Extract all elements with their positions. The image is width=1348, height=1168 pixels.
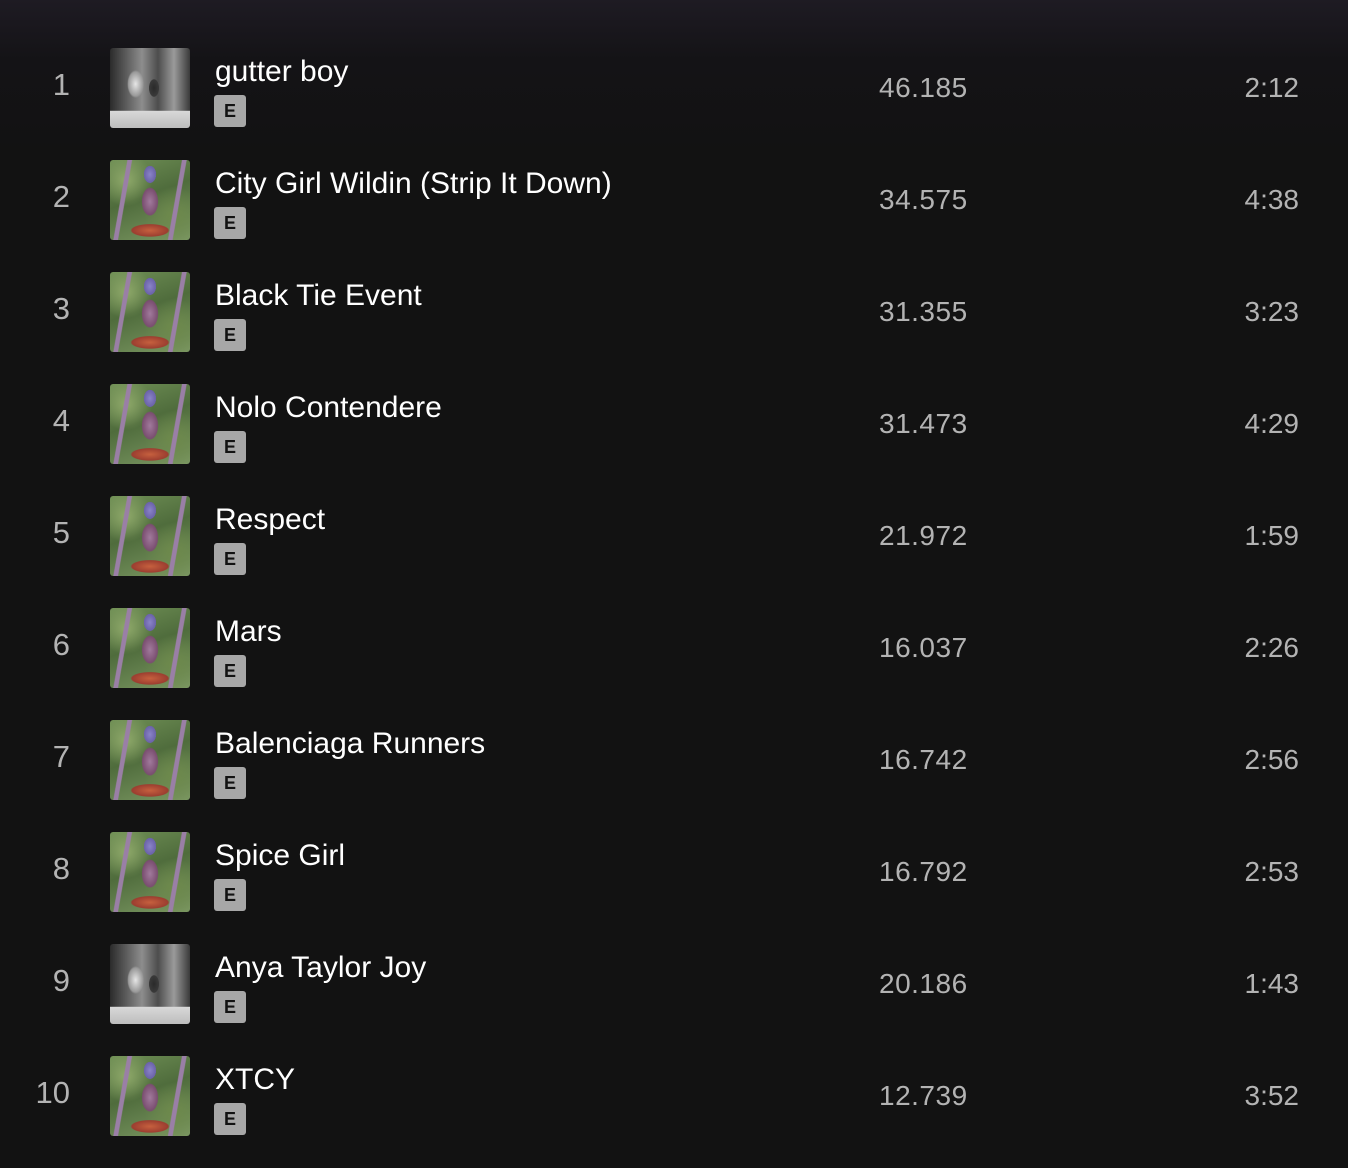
track-row[interactable]: 3 Black Tie Event E 31.355 3:23 xyxy=(0,256,1348,368)
explicit-badge: E xyxy=(214,319,246,351)
track-number: 3 xyxy=(52,291,70,326)
track-number: 8 xyxy=(52,851,70,886)
explicit-badge: E xyxy=(214,655,246,687)
explicit-badge: E xyxy=(214,991,246,1023)
album-cover xyxy=(110,1056,190,1136)
track-title[interactable]: Respect xyxy=(215,502,325,538)
track-row[interactable]: 4 Nolo Contendere E 31.473 4:29 xyxy=(0,368,1348,480)
explicit-badge: E xyxy=(214,1103,246,1135)
album-cover xyxy=(110,384,190,464)
play-count: 46.185 xyxy=(879,72,968,103)
track-number: 4 xyxy=(52,403,70,438)
album-cover xyxy=(110,944,190,1024)
play-count: 31.473 xyxy=(879,408,968,439)
track-duration: 4:29 xyxy=(1244,408,1300,439)
album-cover xyxy=(110,160,190,240)
track-row[interactable]: 5 Respect E 21.972 1:59 xyxy=(0,480,1348,592)
track-title[interactable]: gutter boy xyxy=(215,54,348,90)
explicit-badge: E xyxy=(214,543,246,575)
popular-tracks-list: 1 gutter boy E 46.185 2:12 2 City Girl W… xyxy=(0,32,1348,1152)
track-row[interactable]: 9 Anya Taylor Joy E 20.186 1:43 xyxy=(0,928,1348,1040)
play-count: 16.792 xyxy=(879,856,968,887)
track-row[interactable]: 6 Mars E 16.037 2:26 xyxy=(0,592,1348,704)
track-title[interactable]: Mars xyxy=(215,614,282,650)
explicit-badge: E xyxy=(214,207,246,239)
explicit-badge: E xyxy=(214,95,246,127)
track-duration: 2:56 xyxy=(1244,744,1300,775)
play-count: 21.972 xyxy=(879,520,968,551)
track-row[interactable]: 8 Spice Girl E 16.792 2:53 xyxy=(0,816,1348,928)
track-number: 6 xyxy=(52,627,70,662)
track-row[interactable]: 10 XTCY E 12.739 3:52 xyxy=(0,1040,1348,1152)
album-cover xyxy=(110,720,190,800)
track-number: 7 xyxy=(52,739,70,774)
album-cover xyxy=(110,48,190,128)
explicit-badge: E xyxy=(214,431,246,463)
track-number: 2 xyxy=(52,179,70,214)
play-count: 20.186 xyxy=(879,968,968,999)
track-row[interactable]: 7 Balenciaga Runners E 16.742 2:56 xyxy=(0,704,1348,816)
track-title[interactable]: Nolo Contendere xyxy=(215,390,442,426)
explicit-badge: E xyxy=(214,767,246,799)
track-title[interactable]: Anya Taylor Joy xyxy=(215,950,426,986)
play-count: 34.575 xyxy=(879,184,968,215)
track-title[interactable]: City Girl Wildin (Strip It Down) xyxy=(215,166,612,202)
play-count: 12.739 xyxy=(879,1080,968,1111)
track-title[interactable]: Spice Girl xyxy=(215,838,345,874)
play-count: 16.037 xyxy=(879,632,968,663)
track-duration: 2:53 xyxy=(1244,856,1300,887)
album-cover xyxy=(110,832,190,912)
track-duration: 1:43 xyxy=(1244,968,1300,999)
track-number: 1 xyxy=(52,67,70,102)
track-duration: 1:59 xyxy=(1244,520,1300,551)
track-number: 9 xyxy=(52,963,70,998)
track-title[interactable]: Black Tie Event xyxy=(215,278,422,314)
play-count: 16.742 xyxy=(879,744,968,775)
track-duration: 2:12 xyxy=(1244,72,1300,103)
track-duration: 3:23 xyxy=(1244,296,1300,327)
track-duration: 2:26 xyxy=(1244,632,1300,663)
track-number: 5 xyxy=(52,515,70,550)
track-duration: 3:52 xyxy=(1244,1080,1300,1111)
album-cover xyxy=(110,496,190,576)
play-count: 31.355 xyxy=(879,296,968,327)
explicit-badge: E xyxy=(214,879,246,911)
track-number: 10 xyxy=(35,1075,70,1110)
album-cover xyxy=(110,608,190,688)
track-title[interactable]: Balenciaga Runners xyxy=(215,726,485,762)
album-cover xyxy=(110,272,190,352)
track-row[interactable]: 1 gutter boy E 46.185 2:12 xyxy=(0,32,1348,144)
track-duration: 4:38 xyxy=(1244,184,1300,215)
track-row[interactable]: 2 City Girl Wildin (Strip It Down) E 34.… xyxy=(0,144,1348,256)
track-title[interactable]: XTCY xyxy=(215,1062,295,1098)
